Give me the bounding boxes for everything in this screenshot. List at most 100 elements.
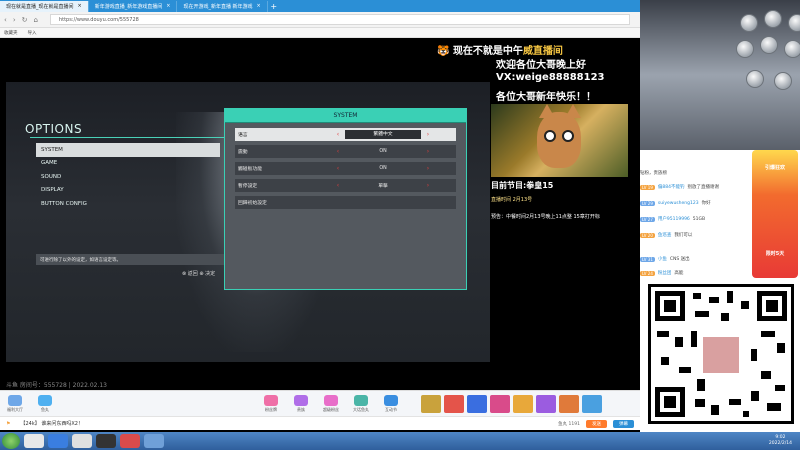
system-row-value: ON — [379, 165, 387, 171]
fan-row: LV 24 粉丝团 高能 — [640, 270, 683, 276]
notice-icon: ⚑ — [6, 420, 11, 427]
gift-item-icon[interactable] — [582, 394, 602, 413]
overlay-line: 各位大哥新年快乐！！ — [496, 92, 596, 103]
qr-pattern — [655, 291, 787, 417]
url-input[interactable]: https://www.douyu.com/555728 — [49, 14, 630, 25]
fan-row: LV 29 suiyewusheng123 你好 — [640, 200, 711, 206]
taskbar-app-icon[interactable] — [120, 434, 140, 448]
fan-name[interactable]: suiyewusheng123 — [658, 201, 699, 206]
welfare-button[interactable]: 福利大厅 — [0, 394, 30, 413]
send-button[interactable]: 发送 — [586, 419, 607, 428]
fishball-count: 鱼丸 1191 — [558, 421, 580, 427]
fan-row: LV 27 用户95119996 51GB — [640, 216, 705, 222]
options-item: SYSTEM — [36, 143, 220, 157]
system-row-label: 震動 — [238, 149, 248, 155]
fishball-talk-button[interactable]: 大话鱼丸 — [346, 394, 376, 413]
event-button[interactable]: 互动节 — [376, 394, 406, 413]
fishball-button[interactable]: 鱼丸 — [30, 394, 60, 413]
new-tab-icon[interactable]: + — [268, 2, 280, 11]
home-icon[interactable]: ⌂ — [34, 16, 38, 24]
noble-button[interactable]: 贵族 — [286, 394, 316, 413]
fishball-icon — [38, 394, 52, 406]
promo-banner[interactable]: 引爆狂欢 限时5天 — [752, 150, 798, 278]
taskbar-app-icon[interactable] — [72, 434, 92, 448]
gift-item-icon[interactable] — [513, 394, 533, 413]
level-badge: LV 20 — [640, 232, 655, 238]
gift-label: 鱼丸 — [41, 406, 49, 412]
arrow-right-icon: › — [426, 181, 430, 189]
close-icon[interactable]: × — [257, 3, 261, 9]
cat-eye — [544, 130, 556, 142]
level-badge: LV 24 — [640, 270, 655, 276]
taskbar-app-icon[interactable] — [24, 434, 44, 448]
gift-label: 贵族 — [297, 406, 305, 412]
arcade-button — [764, 10, 782, 28]
options-item: DISPLAY — [41, 187, 64, 194]
gift-bar: 福利大厅 鱼丸 粉丝牌 贵族 超级粉丝 大话鱼丸 互动节 — [0, 390, 640, 416]
back-icon[interactable]: ‹ — [4, 16, 7, 24]
options-item: SOUND — [41, 173, 62, 180]
fan-name[interactable]: 偏884不能钓 — [658, 184, 685, 190]
taskbar-app-icon[interactable] — [96, 434, 116, 448]
system-row-label: 觸碰板功能 — [238, 166, 262, 172]
arcade-button — [784, 40, 800, 58]
gift-label: 福利大厅 — [7, 406, 23, 412]
fan-name[interactable]: 小鱼 — [658, 256, 667, 262]
system-row-value: 繁體中文 — [345, 129, 421, 139]
start-icon[interactable] — [2, 433, 20, 449]
fan-message: 别放了直播谢谢 — [687, 185, 719, 190]
chat-input-bar: ⚑ 【24k】 谁来问东西吗X2！ 鱼丸 1191 发送 弹幕 — [0, 416, 640, 430]
system-row: 震動 ‹ ON › — [235, 145, 456, 158]
current-program: 目前节目:拳皇15 — [491, 181, 554, 190]
cat-ear — [565, 104, 581, 118]
taskbar: 9:02 2022/2/14 — [0, 432, 800, 450]
options-title: OPTIONS — [25, 122, 83, 136]
fan-name[interactable]: 鱼巡查 — [658, 232, 672, 238]
close-icon[interactable]: × — [166, 3, 170, 9]
gift-item-icon[interactable] — [467, 394, 487, 413]
browser-tab-bar: 现在就是直播_现在就是直播间 × 新年游戏直播_新年游戏直播间 × 现在开游戏_新年… — [0, 0, 640, 12]
forward-icon[interactable]: › — [13, 16, 16, 24]
star-icon — [384, 394, 398, 406]
schedule-text: 直播时间 2月13号 — [491, 197, 533, 203]
arrow-left-icon: ‹ — [336, 147, 340, 155]
browser-tab[interactable]: 现在就是直播_现在就是直播间 × — [0, 0, 89, 12]
fan-name[interactable]: 用户95119996 — [658, 216, 690, 222]
screen: 现在就是直播_现在就是直播间 × 新年游戏直播_新年游戏直播间 × 现在开游戏_新年… — [0, 0, 800, 450]
qr-code — [648, 284, 794, 424]
clock[interactable]: 9:02 2022/2/14 — [769, 435, 792, 447]
gift-item-icon[interactable] — [490, 394, 510, 413]
gift-label: 粉丝牌 — [265, 406, 277, 412]
chat-input[interactable]: 【24k】 谁来问东西吗X2！ — [20, 420, 82, 427]
bookmark-item[interactable]: 导入 — [28, 30, 37, 36]
arrow-left-icon: ‹ — [336, 164, 340, 172]
system-row: 觸碰板功能 ‹ ON › — [235, 162, 456, 175]
gift-item-icon[interactable] — [536, 394, 556, 413]
taskbar-app-icon[interactable] — [48, 434, 68, 448]
super-fan-button[interactable]: 超级粉丝 — [316, 394, 346, 413]
tab-label: 现在就是直播_现在就是直播间 — [6, 3, 74, 10]
danmu-button[interactable]: 弹幕 — [613, 419, 634, 428]
system-dialog: SYSTEM 语言 ‹ 繁體中文 › 震動 ‹ ON › 觸碰板功能 ‹ ON … — [224, 108, 467, 290]
browser-tab[interactable]: 现在开游戏_新年直播 新年游戏 × — [177, 0, 268, 12]
browser-tab[interactable]: 新年游戏直播_新年游戏直播间 × — [89, 0, 178, 12]
close-icon[interactable]: × — [78, 3, 82, 9]
bookmark-item[interactable]: 收藏夹 — [4, 30, 18, 36]
system-title: SYSTEM — [225, 109, 466, 123]
system-row-value: 單擊 — [378, 183, 388, 189]
fan-row: LV 19 偏884不能钓 别放了直播谢谢 — [640, 184, 719, 190]
refresh-icon[interactable]: ↻ — [22, 16, 28, 24]
overlay-line: 欢迎各位大哥晚上好 — [496, 60, 586, 71]
taskbar-app-icon[interactable] — [144, 434, 164, 448]
fan-row: LV 31 小鱼 CNS 送出 — [640, 256, 690, 262]
gift-item-icon[interactable] — [444, 394, 464, 413]
gift-item-icon[interactable] — [559, 394, 579, 413]
fire-icon: 🐯 — [437, 46, 450, 57]
overlay-line: VX:weige88888123 — [496, 72, 605, 83]
clock-date: 2022/2/14 — [768, 441, 792, 446]
options-footer: ⊗ 返回 ⊕ 决定 — [182, 271, 216, 277]
fan-name[interactable]: 粉丝团 — [658, 270, 672, 276]
arrow-left-icon: ‹ — [336, 181, 340, 189]
fan-badge-button[interactable]: 粉丝牌 — [256, 394, 286, 413]
gift-item-icon[interactable] — [421, 394, 441, 413]
